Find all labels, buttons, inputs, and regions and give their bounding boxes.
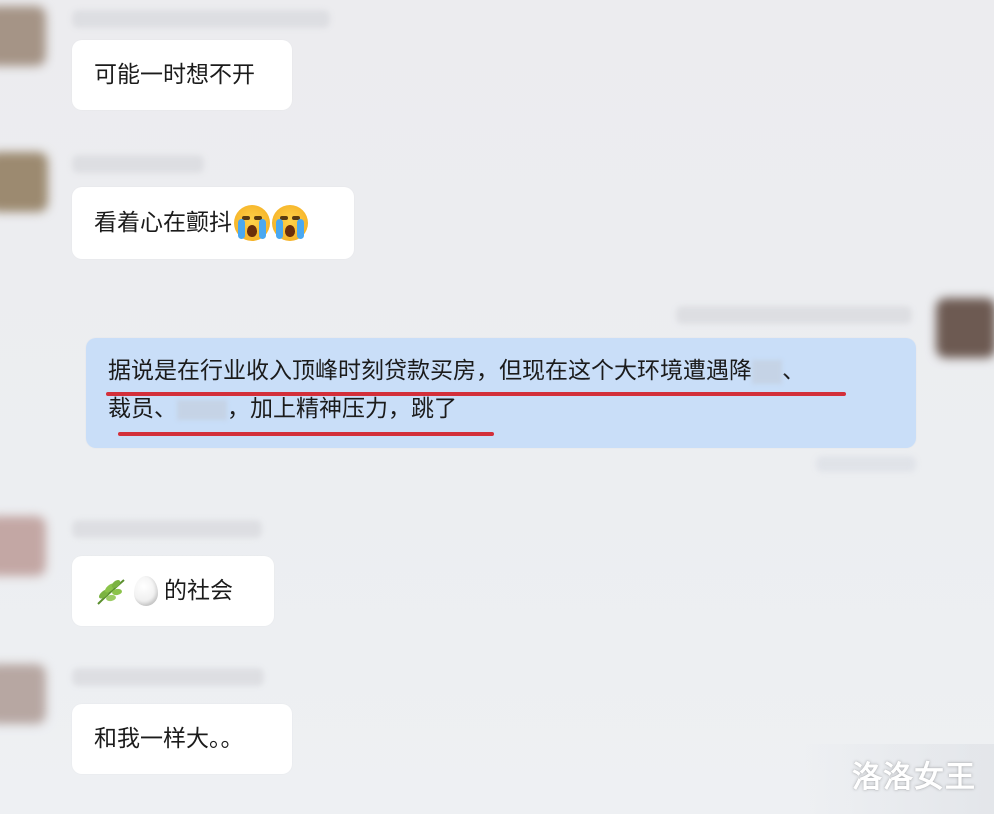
- message-status-blurred: [816, 456, 916, 472]
- message-text-line1-end: 、: [782, 358, 805, 384]
- sender-avatar[interactable]: [0, 664, 46, 724]
- sender-avatar[interactable]: [0, 152, 48, 212]
- egg-icon: [134, 576, 158, 606]
- message-text-line1: 据说是在行业收入顶峰时刻贷款买房，但现在这个大环境遭遇降: [108, 358, 752, 384]
- message-text: 可能一时想不开: [94, 62, 255, 88]
- message-text-line2: ，加上精神压力，跳了: [227, 396, 457, 422]
- message-text: 和我一样大。。: [94, 726, 244, 752]
- chat-area: 可能一时想不开 看着心在颤抖 据说是在行业收入顶峰时刻贷款买房，但现在这个大环境…: [0, 0, 994, 814]
- sender-name-blurred: [72, 155, 204, 173]
- message-bubble[interactable]: 可能一时想不开: [72, 40, 292, 110]
- message-bubble[interactable]: 的社会: [72, 556, 274, 626]
- herb-icon: [94, 576, 128, 606]
- sender-name-blurred: [72, 520, 262, 538]
- redacted-text: [752, 359, 782, 384]
- message-text: 的社会: [164, 578, 233, 604]
- red-underline: [106, 392, 846, 396]
- sender-name-blurred: [72, 10, 330, 28]
- watermark: 洛洛女王: [852, 760, 976, 795]
- message-text: 看着心在颤抖: [94, 210, 232, 236]
- message-bubble[interactable]: 和我一样大。。: [72, 704, 292, 774]
- sender-avatar[interactable]: [0, 6, 46, 66]
- redacted-text: [177, 399, 227, 420]
- sender-name-blurred: [676, 306, 912, 324]
- sender-avatar[interactable]: [0, 516, 46, 576]
- self-avatar[interactable]: [936, 298, 994, 358]
- crying-face-icon: [234, 205, 270, 241]
- red-underline: [118, 432, 494, 436]
- crying-face-icon: [272, 205, 308, 241]
- sender-name-blurred: [72, 668, 264, 686]
- message-bubble[interactable]: 看着心在颤抖: [72, 187, 354, 259]
- message-text-line2-start: 裁员、: [108, 396, 177, 422]
